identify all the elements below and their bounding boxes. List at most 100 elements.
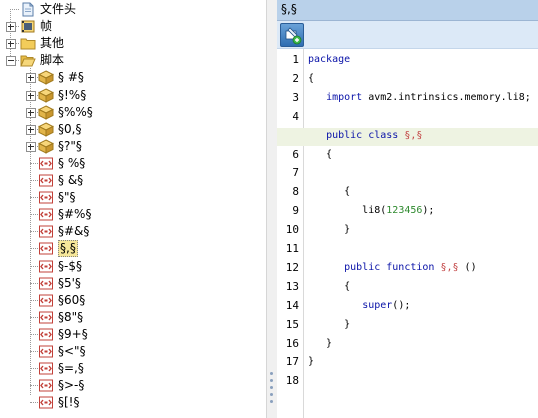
code-line: } <box>308 338 332 349</box>
tree-item-label: §%%§ <box>58 104 93 119</box>
tree-connector <box>30 162 38 164</box>
tree-item-label: §[!§ <box>58 395 80 410</box>
tree-item[interactable]: §5'§ <box>0 275 266 292</box>
line-number: 2 <box>292 71 299 85</box>
expand-toggle[interactable] <box>26 73 36 84</box>
tree-item-label: 脚本 <box>40 53 65 68</box>
tree-item[interactable]: §#%§ <box>0 206 266 223</box>
script-icon <box>38 173 54 188</box>
code-line: } <box>308 356 314 367</box>
package-icon <box>37 70 55 86</box>
script-icon <box>38 207 54 222</box>
tree-item[interactable]: §,§ <box>0 240 266 258</box>
edit-script-button[interactable] <box>280 23 304 47</box>
tree-connector <box>30 265 38 267</box>
folder-icon <box>20 36 36 51</box>
tree-connector <box>30 316 38 318</box>
line-number: 18 <box>285 374 299 388</box>
code-text: avm2.intrinsics.memory.li8; <box>362 91 531 103</box>
folder-open-icon <box>20 53 36 68</box>
tree-item[interactable]: 脚本 <box>0 52 266 69</box>
line-number: 7 <box>292 166 299 180</box>
line-number: 1 <box>292 53 299 66</box>
tree-item[interactable]: § &§ <box>0 172 266 189</box>
editor-tab[interactable]: §,§ <box>277 0 538 21</box>
code-line: import avm2.intrinsics.memory.li8; <box>308 92 531 103</box>
tree-item[interactable]: §8"§ <box>0 309 266 326</box>
code-keyword: package <box>308 54 351 65</box>
tree-item[interactable]: §!%§ <box>0 87 266 104</box>
tree-panel: 文件头帧其他 脚本 § #§ §!%§ §%%§ §0,§ §?"§ § %§ § &§ §"§ §… <box>0 0 266 418</box>
script-icon <box>38 224 54 239</box>
expand-toggle[interactable] <box>26 141 36 152</box>
collapse-toggle[interactable] <box>6 56 16 67</box>
tree-item[interactable]: §"§ <box>0 189 266 206</box>
tree-item-label: §#&§ <box>58 224 90 239</box>
code-line: public function §,§ () <box>308 262 476 273</box>
tree-item[interactable]: 其他 <box>0 35 266 52</box>
tree-item-label: §5'§ <box>58 275 81 290</box>
tree-connector <box>30 299 38 301</box>
tree-item[interactable]: §?"§ <box>0 138 266 155</box>
expand-toggle[interactable] <box>6 39 16 50</box>
tree-item-label: § #§ <box>58 70 84 85</box>
tree-item[interactable]: §%%§ <box>0 104 266 121</box>
tree-item[interactable]: §=,§ <box>0 360 266 377</box>
tree-connector <box>30 333 38 335</box>
code-area[interactable]: package { import avm2.intrinsics.memory.l… <box>277 49 538 418</box>
script-icon <box>38 378 54 393</box>
code-text: { <box>308 72 315 84</box>
editor-toolbar <box>277 21 538 49</box>
expand-toggle[interactable] <box>6 22 16 33</box>
panel-splitter[interactable] <box>266 0 277 418</box>
script-icon <box>38 241 54 256</box>
tree-item[interactable]: § #§ <box>0 69 266 86</box>
code-line: li8(123456); <box>308 205 434 216</box>
code-line: { <box>308 149 332 160</box>
tree-item-label: §9+§ <box>58 326 88 341</box>
code-keyword: public class <box>326 129 399 141</box>
tree-item[interactable]: 文件头 <box>0 1 266 18</box>
tree-item[interactable]: 帧 <box>0 18 266 35</box>
film-frame-icon <box>20 19 36 34</box>
line-number: 10 <box>285 223 299 237</box>
line-number: 13 <box>285 279 299 293</box>
expand-toggle[interactable] <box>26 90 36 101</box>
expand-toggle[interactable] <box>26 107 36 118</box>
editor-tab-title: §,§ <box>281 2 297 16</box>
line-number: 16 <box>285 336 299 350</box>
tree-item[interactable]: §9+§ <box>0 326 266 343</box>
tree-item[interactable]: §0,§ <box>0 121 266 138</box>
tree-item[interactable]: §<"§ <box>0 343 266 360</box>
script-icon <box>38 156 54 171</box>
tree-item[interactable]: § %§ <box>0 155 266 172</box>
tree-item-label: §60§ <box>58 292 86 307</box>
tree-item[interactable]: §>-§ <box>0 377 266 394</box>
tree-item-label: §?"§ <box>58 138 82 153</box>
script-icon <box>38 293 54 308</box>
code-line: } <box>308 319 350 330</box>
tree-item-label: §8"§ <box>58 309 84 324</box>
code-text: } <box>308 224 351 236</box>
tree-connector <box>30 248 38 250</box>
tree-connector <box>30 368 38 370</box>
code-line: { <box>308 281 350 292</box>
tree-item-label-selected: §,§ <box>58 240 78 258</box>
expand-toggle[interactable] <box>26 124 36 135</box>
package-icon <box>37 122 55 137</box>
line-number: 6 <box>292 147 299 161</box>
tree-item[interactable]: §[!§ <box>0 394 266 411</box>
tree-connector <box>30 231 38 233</box>
line-number: 14 <box>285 298 299 312</box>
code-keyword: super <box>362 299 393 311</box>
line-number: 11 <box>285 242 299 255</box>
tree-item[interactable]: §60§ <box>0 292 266 309</box>
tree-item[interactable]: §#&§ <box>0 223 266 240</box>
tree-item[interactable]: §-$§ <box>0 258 266 275</box>
code-text: } <box>308 356 315 368</box>
line-number-gutter: 123456789101112131415161718 <box>277 49 304 418</box>
code-text: { <box>308 186 351 198</box>
